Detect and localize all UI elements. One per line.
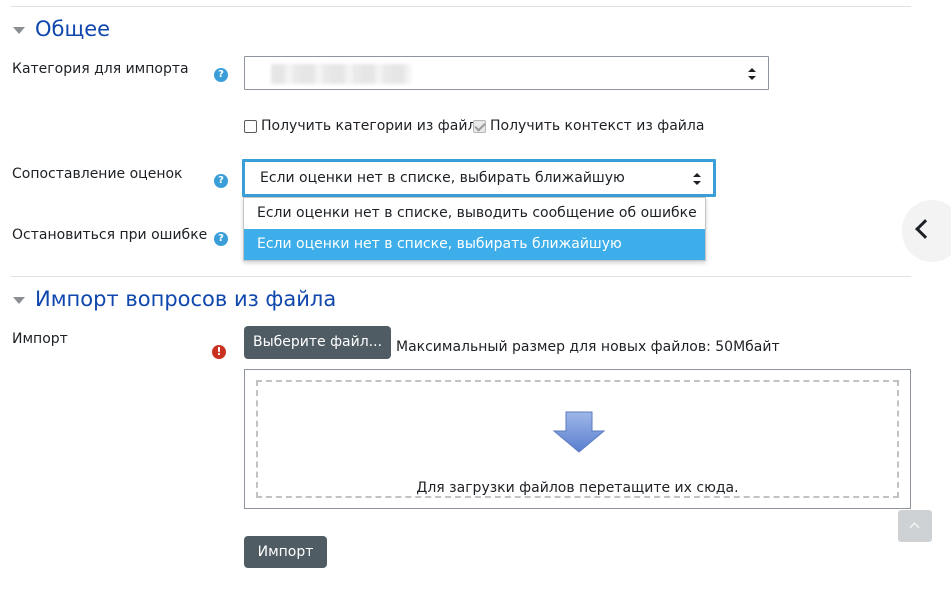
checkbox-category-from-file-label: Получить категории из файла: [261, 118, 485, 134]
category-select[interactable]: [244, 56, 769, 90]
collapse-caret-icon: [13, 26, 25, 34]
grade-matching-option[interactable]: Если оценки нет в списке, выводить сообщ…: [244, 198, 705, 229]
section-general-heading[interactable]: Общее: [13, 17, 110, 41]
section-divider: [11, 276, 911, 277]
arrow-down-icon: [552, 411, 606, 453]
help-icon[interactable]: ?: [214, 174, 228, 188]
category-label: Категория для импорта: [12, 61, 189, 77]
top-divider: [11, 6, 911, 7]
section-import-title: Импорт вопросов из файла: [35, 287, 337, 311]
checkbox-context-from-file-row: Получить контекст из файла: [473, 118, 704, 134]
import-label: Импорт: [12, 331, 68, 347]
stop-on-error-label: Остановиться при ошибке: [12, 227, 208, 243]
choose-file-button[interactable]: Выберите файл...: [244, 326, 391, 359]
select-arrows-icon: [693, 173, 701, 185]
file-dropzone[interactable]: Для загрузки файлов перетащите их сюда.: [256, 380, 899, 498]
import-submit-button[interactable]: Импорт: [244, 536, 327, 568]
grade-matching-select[interactable]: Если оценки нет в списке, выбирать ближа…: [242, 159, 716, 197]
required-icon: !: [212, 345, 226, 359]
collapse-caret-icon: [13, 296, 25, 304]
chevron-left-icon: [915, 219, 935, 239]
checkbox-category-from-file-row[interactable]: Получить категории из файла: [244, 118, 485, 134]
arrow-up-icon: [909, 522, 920, 533]
help-icon[interactable]: ?: [214, 68, 228, 82]
checkbox-context-from-file: [473, 119, 486, 133]
blurred-category-name: [271, 64, 411, 84]
select-arrows-icon: [748, 68, 756, 80]
max-file-size-text: Максимальный размер для новых файлов: 50…: [396, 339, 780, 355]
section-import-heading[interactable]: Импорт вопросов из файла: [13, 287, 336, 311]
checkbox-category-from-file[interactable]: [244, 119, 257, 133]
drawer-toggle-button[interactable]: [902, 200, 951, 262]
back-to-top-button[interactable]: [898, 510, 932, 542]
dropzone-text: Для загрузки файлов перетащите их сюда.: [416, 480, 739, 496]
grade-matching-dropdown: Если оценки нет в списке, выводить сообщ…: [243, 197, 706, 261]
checkbox-context-from-file-label: Получить контекст из файла: [490, 118, 705, 134]
help-icon[interactable]: ?: [214, 232, 228, 246]
grade-matching-label: Сопоставление оценок: [12, 166, 183, 182]
file-dropzone-frame: Для загрузки файлов перетащите их сюда.: [244, 369, 911, 509]
grade-matching-select-value: Если оценки нет в списке, выбирать ближа…: [260, 170, 625, 186]
section-general-title: Общее: [35, 17, 111, 41]
grade-matching-option-highlighted[interactable]: Если оценки нет в списке, выбирать ближа…: [244, 229, 705, 260]
